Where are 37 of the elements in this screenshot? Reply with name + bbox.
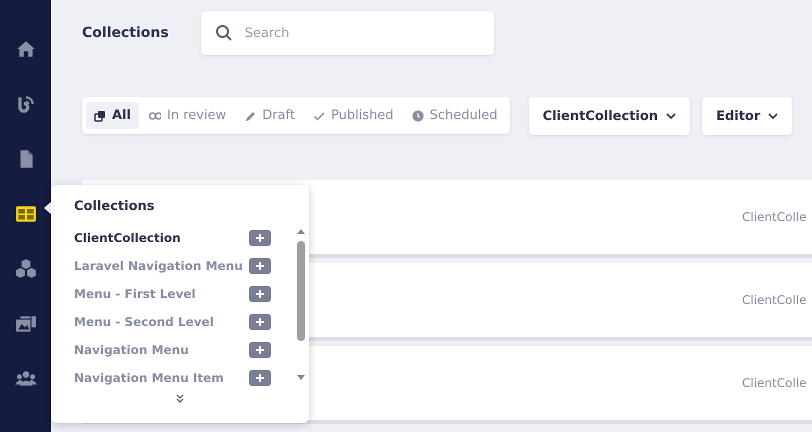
blocks-nav-icon[interactable] [14, 258, 36, 280]
scheduled-icon [412, 110, 424, 122]
collection-name: ClientColle [742, 376, 807, 390]
filter-tab[interactable]: Published [304, 102, 402, 129]
review-icon [148, 110, 161, 122]
plus-icon [255, 345, 265, 355]
draft-icon [244, 110, 256, 122]
collection-link[interactable]: Laravel Navigation Menu [74, 259, 243, 273]
filter-tab[interactable]: Draft [236, 102, 303, 129]
plus-icon [255, 233, 265, 243]
plus-icon [255, 289, 265, 299]
chevron-down-icon [768, 111, 778, 121]
double-chevron-down-icon[interactable] [175, 394, 185, 404]
collection-link[interactable]: Menu - First Level [74, 287, 196, 301]
published-icon [312, 110, 325, 122]
add-entry-button[interactable] [249, 286, 271, 302]
filter-dropdown[interactable]: Editor [702, 97, 792, 135]
all-icon [94, 110, 106, 122]
add-entry-button[interactable] [249, 370, 271, 386]
plus-icon [255, 261, 265, 271]
collection-link[interactable]: Menu - Second Level [74, 315, 214, 329]
add-entry-button[interactable] [249, 314, 271, 330]
plus-icon [255, 317, 265, 327]
chevron-down-icon [666, 111, 676, 121]
filter-tab[interactable]: Scheduled [404, 102, 506, 129]
search-icon [214, 24, 233, 42]
add-entry-button[interactable] [249, 342, 271, 358]
collection-name: ClientColle [742, 293, 807, 307]
search-field[interactable]: Search [200, 11, 494, 55]
plus-icon [255, 373, 265, 383]
page-title: Collections [82, 25, 169, 41]
filter-tab[interactable]: All [86, 102, 139, 129]
add-entry-button[interactable] [249, 230, 271, 246]
filter-dropdown[interactable]: ClientCollection [528, 97, 690, 135]
filter-tab[interactable]: In review [140, 102, 234, 129]
collection-name: ClientColle [742, 210, 807, 224]
add-entry-button[interactable] [249, 258, 271, 274]
